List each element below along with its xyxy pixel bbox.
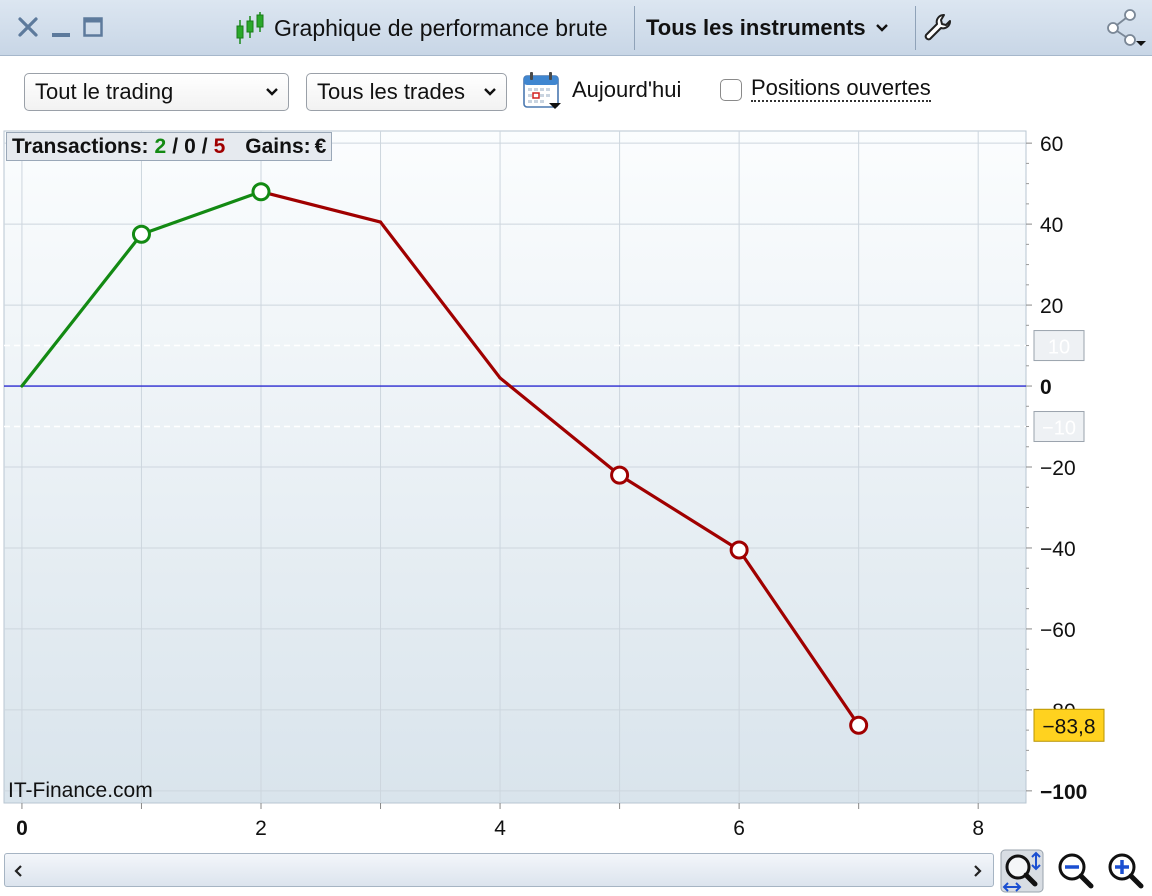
count-separator: / <box>201 134 208 158</box>
minimize-icon[interactable] <box>48 12 74 42</box>
last-value-badge: −83,8 <box>1033 708 1105 742</box>
y-tick-label: 20 <box>1040 295 1063 318</box>
zoom-in-icon[interactable] <box>1104 849 1148 893</box>
window-title: Graphique de performance brute <box>274 14 608 41</box>
x-tick-label: 4 <box>494 817 506 840</box>
trade-point-marker <box>849 715 869 735</box>
chevron-down-icon <box>875 24 888 32</box>
title-separator <box>634 6 635 50</box>
chevron-down-icon <box>484 88 496 96</box>
trades-filter-select[interactable]: Tous les trades <box>306 73 507 111</box>
x-tick-label: 6 <box>733 817 745 840</box>
dashed-level-label: 10 <box>1048 337 1070 359</box>
title-bar: Graphique de performance brute Tous les … <box>0 0 1152 56</box>
x-tick-label: 0 <box>16 817 28 840</box>
window-title-area: Graphique de performance brute <box>234 8 608 48</box>
zoom-out-icon[interactable] <box>1054 849 1098 893</box>
transactions-label: Transactions: <box>12 134 149 158</box>
y-tick-label: 60 <box>1040 133 1063 156</box>
zoom-fit-icon[interactable] <box>1000 849 1044 893</box>
trade-point-marker <box>251 182 271 202</box>
horizontal-scrollbar[interactable] <box>4 853 994 887</box>
last-value-label: −83,8 <box>1042 715 1095 738</box>
open-positions-checkbox[interactable] <box>720 79 742 101</box>
share-icon[interactable] <box>1104 8 1150 48</box>
wrench-icon[interactable] <box>922 12 954 44</box>
trade-point-marker <box>610 465 630 485</box>
title-separator <box>915 6 916 50</box>
scroll-left-icon[interactable] <box>9 860 29 882</box>
chart-panel[interactable]: 024686040200−20−40−60−80−10010−10−83,8 T… <box>0 129 1152 845</box>
y-tick-label: 40 <box>1040 214 1063 237</box>
trading-filter-select[interactable]: Tout le trading <box>24 73 289 111</box>
x-tick-label: 8 <box>972 817 984 840</box>
filter-toolbar: Tout le trading Tous les trades Aujourd'… <box>0 57 1152 129</box>
candlestick-icon <box>236 12 264 44</box>
trade-point-marker <box>729 540 749 560</box>
dashed-level-label: −10 <box>1042 418 1076 440</box>
y-tick-label: 0 <box>1040 376 1052 399</box>
gains-label: Gains: <box>245 134 311 158</box>
y-tick-label: −100 <box>1040 781 1087 804</box>
chevron-down-icon <box>266 88 278 96</box>
instrument-selector[interactable]: Tous les instruments <box>638 8 914 48</box>
dashed-level-badge: 10 <box>1033 330 1085 362</box>
bottom-bar <box>0 845 1152 896</box>
currency-symbol: € <box>314 134 327 158</box>
transactions-summary: Transactions: 2 / 0 / 5 Gains: € <box>6 132 333 161</box>
neutral-count: 0 <box>184 134 196 158</box>
trade-point-marker <box>131 224 151 244</box>
y-tick-label: −20 <box>1040 457 1076 480</box>
performance-chart-window: Graphique de performance brute Tous les … <box>0 0 1152 896</box>
x-tick-label: 2 <box>255 817 267 840</box>
dashed-level-badge: −10 <box>1033 411 1085 443</box>
maximize-icon[interactable] <box>80 12 106 42</box>
calendar-icon[interactable] <box>522 71 562 111</box>
y-tick-label: −40 <box>1040 538 1076 561</box>
scroll-right-icon[interactable] <box>967 860 987 882</box>
watermark: IT-Finance.com <box>8 779 153 802</box>
close-icon[interactable] <box>14 12 42 42</box>
trading-filter-value: Tout le trading <box>35 79 174 104</box>
date-range-label[interactable]: Aujourd'hui <box>572 77 681 103</box>
losing-count: 5 <box>213 134 226 158</box>
y-tick-label: −60 <box>1040 619 1076 642</box>
count-separator: / <box>172 134 179 158</box>
winning-count: 2 <box>154 134 167 158</box>
performance-line-chart[interactable]: 024686040200−20−40−60−80−10010−10−83,8 <box>0 129 1152 845</box>
trades-filter-value: Tous les trades <box>317 79 465 104</box>
instrument-selector-label: Tous les instruments <box>646 15 866 40</box>
open-positions-label[interactable]: Positions ouvertes <box>751 76 931 102</box>
